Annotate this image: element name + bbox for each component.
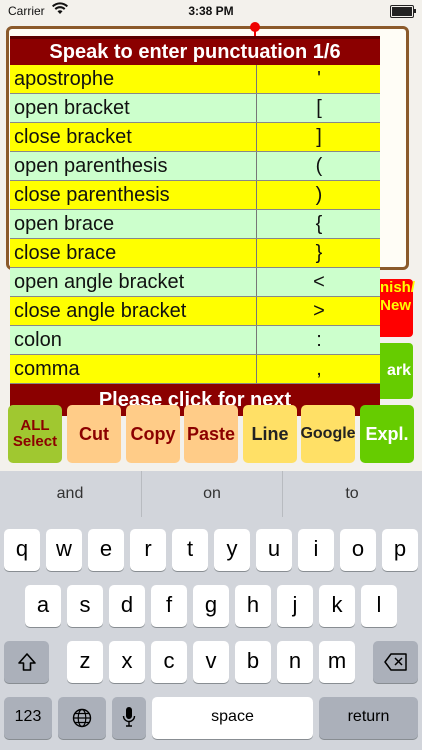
key-d[interactable]: d [109, 585, 145, 627]
row-word: close brace [14, 242, 117, 264]
row-word: open brace [14, 213, 115, 235]
status-bar: Carrier 3:38 PM [0, 0, 422, 22]
google-button[interactable]: Google [300, 405, 356, 463]
keyboard: and on to q w e r t y u i o p a s d f g … [0, 471, 422, 750]
row-symbol: [ [256, 94, 381, 122]
row-word: close angle bracket [14, 300, 187, 322]
row-symbol: ] [256, 123, 381, 151]
row-word: open parenthesis [14, 155, 168, 177]
battery-icon [390, 5, 416, 18]
suggestion-2[interactable]: on [141, 471, 283, 517]
suggestion-3[interactable]: to [282, 471, 422, 517]
key-k[interactable]: k [319, 585, 355, 627]
punctuation-row[interactable]: close bracket] [10, 123, 380, 152]
cut-button[interactable]: Cut [67, 405, 121, 463]
line-button[interactable]: Line [243, 405, 297, 463]
new-label: New [380, 297, 411, 314]
row-word: comma [14, 358, 80, 380]
numbers-key[interactable]: 123 [4, 697, 52, 739]
key-u[interactable]: u [256, 529, 292, 571]
key-p[interactable]: p [382, 529, 418, 571]
row-symbol: { [256, 210, 381, 238]
row-symbol: < [256, 268, 381, 296]
key-i[interactable]: i [298, 529, 334, 571]
clock: 3:38 PM [188, 4, 234, 18]
punctuation-row[interactable]: open angle bracket < [10, 268, 380, 297]
punctuation-row[interactable]: open parenthesis ( [10, 152, 380, 181]
row-symbol: > [256, 297, 381, 325]
key-r[interactable]: r [130, 529, 166, 571]
key-j[interactable]: j [277, 585, 313, 627]
key-l[interactable]: l [361, 585, 397, 627]
row-word: close bracket [14, 126, 132, 148]
row-word: close parenthesis [14, 184, 170, 206]
punctuation-row[interactable]: apostrophe ' [10, 65, 380, 94]
key-o[interactable]: o [340, 529, 376, 571]
key-m[interactable]: m [319, 641, 355, 683]
key-s[interactable]: s [67, 585, 103, 627]
select-all-button[interactable]: ALL Select [8, 405, 62, 463]
row-word: colon [14, 329, 62, 351]
suggestion-1[interactable]: and [0, 471, 140, 517]
key-x[interactable]: x [109, 641, 145, 683]
microphone-icon [122, 707, 136, 727]
key-h[interactable]: h [235, 585, 271, 627]
key-b[interactable]: b [235, 641, 271, 683]
key-a[interactable]: a [25, 585, 61, 627]
microphone-key[interactable] [112, 697, 146, 739]
key-n[interactable]: n [277, 641, 313, 683]
key-c[interactable]: c [151, 641, 187, 683]
key-t[interactable]: t [172, 529, 208, 571]
row-word: open bracket [14, 97, 130, 119]
punctuation-row[interactable]: colon: [10, 326, 380, 355]
explanation-button[interactable]: Expl. [360, 405, 414, 463]
row-symbol: : [256, 326, 381, 354]
key-v[interactable]: v [193, 641, 229, 683]
globe-icon [72, 708, 92, 728]
punctuation-row[interactable]: comma, [10, 355, 380, 384]
key-g[interactable]: g [193, 585, 229, 627]
suggestion-bar: and on to [0, 471, 422, 517]
backspace-icon [383, 653, 407, 671]
row-symbol: ( [256, 152, 381, 180]
punctuation-row[interactable]: open bracket [ [10, 94, 380, 123]
select-all-label-2: Select [12, 433, 58, 450]
paste-button[interactable]: Paste [184, 405, 238, 463]
mark-button[interactable]: ark [380, 343, 413, 399]
finish-new-button[interactable]: nish/ New [380, 279, 416, 337]
row-symbol: ) [256, 181, 381, 209]
punctuation-row[interactable]: close brace} [10, 239, 380, 268]
key-y[interactable]: y [214, 529, 250, 571]
backspace-key[interactable] [373, 641, 418, 683]
punctuation-popup[interactable]: Speak to enter punctuation 1/6 apostroph… [10, 36, 380, 416]
punctuation-row[interactable]: open brace { [10, 210, 380, 239]
return-key[interactable]: return [319, 697, 418, 739]
key-f[interactable]: f [151, 585, 187, 627]
globe-key[interactable] [58, 697, 106, 739]
row-word: open angle bracket [14, 271, 185, 293]
key-q[interactable]: q [4, 529, 40, 571]
row-word: apostrophe [14, 68, 115, 90]
row-symbol: } [256, 239, 381, 267]
shift-icon [17, 653, 36, 671]
popup-title: Speak to enter punctuation 1/6 [10, 36, 380, 65]
shift-key[interactable] [4, 641, 49, 683]
punctuation-row[interactable]: close angle bracket > [10, 297, 380, 326]
copy-button[interactable]: Copy [126, 405, 180, 463]
key-e[interactable]: e [88, 529, 124, 571]
key-w[interactable]: w [46, 529, 82, 571]
punctuation-row[interactable]: close parenthesis) [10, 181, 380, 210]
space-key[interactable]: space [152, 697, 313, 739]
key-z[interactable]: z [67, 641, 103, 683]
finish-label: nish/ [380, 279, 416, 296]
row-symbol: ' [256, 65, 381, 93]
row-symbol: , [256, 355, 381, 383]
select-all-label-1: ALL [20, 417, 50, 434]
